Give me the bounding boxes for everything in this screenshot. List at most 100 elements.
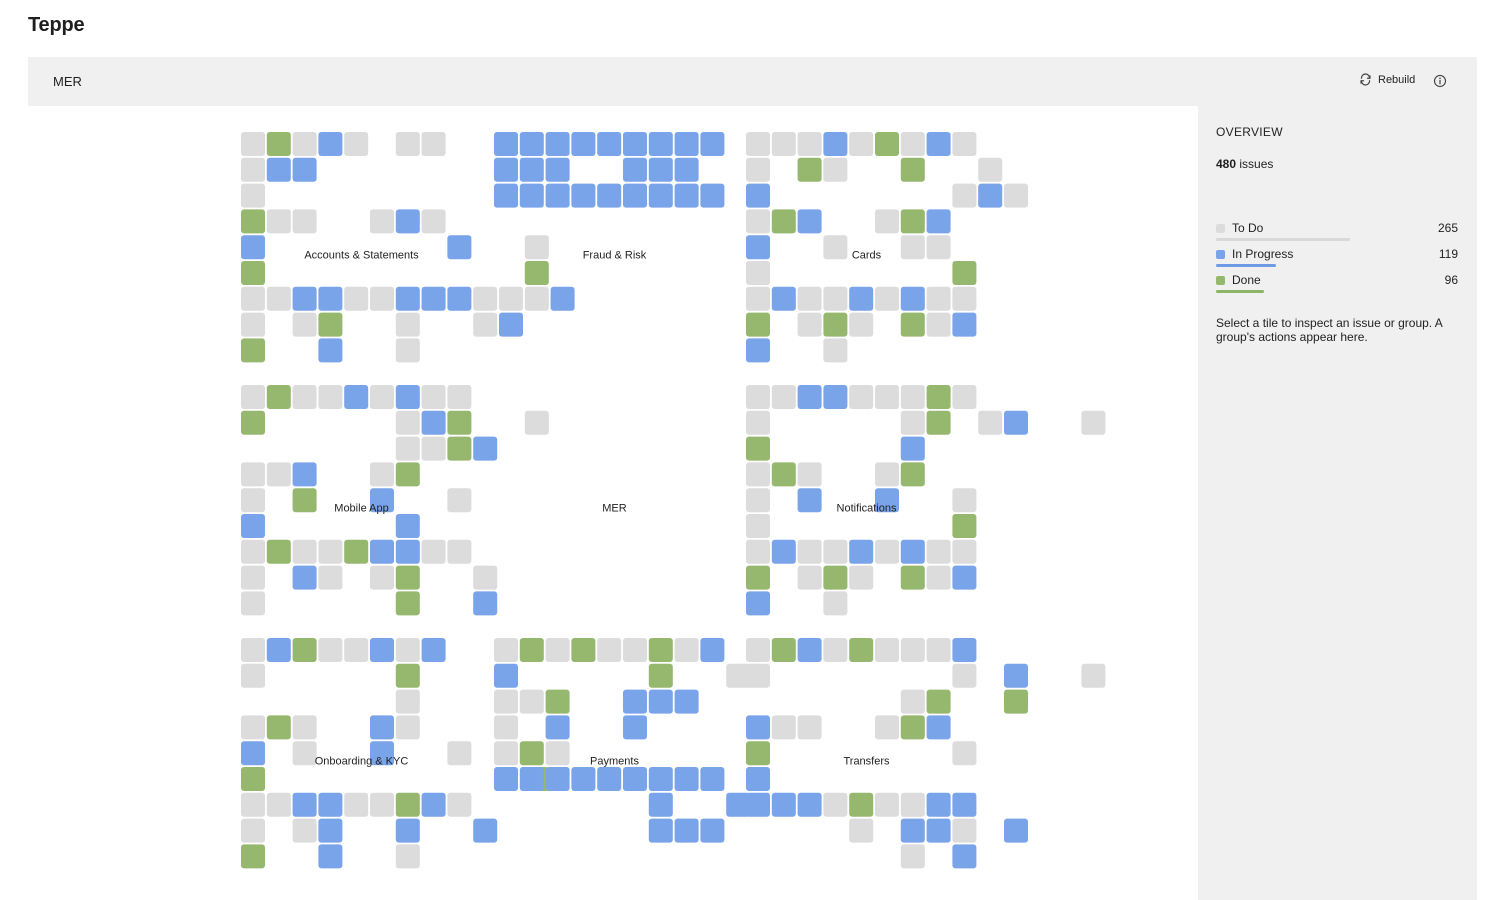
issue-tile-todo[interactable] xyxy=(395,689,420,714)
issue-tile-todo[interactable] xyxy=(524,410,549,435)
issue-tile-todo[interactable] xyxy=(266,792,291,817)
issue-tile-todo[interactable] xyxy=(344,792,369,817)
issue-tile-done[interactable] xyxy=(318,312,343,337)
issue-tile-in-progress[interactable] xyxy=(952,792,977,817)
issue-tile-done[interactable] xyxy=(395,792,420,817)
issue-tile-todo[interactable] xyxy=(797,462,822,487)
issue-tile-in-progress[interactable] xyxy=(292,565,317,590)
issue-tile-todo[interactable] xyxy=(241,638,265,662)
issue-tile-todo[interactable] xyxy=(241,385,265,409)
issue-tile-todo[interactable] xyxy=(823,235,848,260)
issue-tile-todo[interactable] xyxy=(447,385,472,409)
issue-tile-in-progress[interactable] xyxy=(421,792,446,817)
issue-tile-in-progress[interactable] xyxy=(952,312,977,337)
issue-tile-done[interactable] xyxy=(241,209,265,234)
issue-tile-done[interactable] xyxy=(395,462,420,487)
issue-tile-in-progress[interactable] xyxy=(1004,818,1028,843)
issue-tile-in-progress[interactable] xyxy=(266,638,291,662)
issue-tile-done[interactable] xyxy=(266,132,291,156)
issue-tile-in-progress[interactable] xyxy=(597,767,622,791)
issue-tile-in-progress[interactable] xyxy=(421,410,446,435)
issue-tile-todo[interactable] xyxy=(746,385,770,409)
issue-tile-todo[interactable] xyxy=(674,638,699,662)
issue-tile-in-progress[interactable] xyxy=(700,818,725,843)
issue-tile-todo[interactable] xyxy=(875,286,899,311)
issue-group[interactable]: Notifications xyxy=(746,385,1106,616)
issue-tile-in-progress[interactable] xyxy=(648,689,673,714)
issue-tile-in-progress[interactable] xyxy=(623,183,647,208)
status-row[interactable]: In Progress 119 xyxy=(1216,246,1458,268)
status-row[interactable]: Done 96 xyxy=(1216,272,1458,294)
issue-tile-done[interactable] xyxy=(771,209,796,234)
issue-tile-in-progress[interactable] xyxy=(370,539,394,564)
issue-tile-todo[interactable] xyxy=(797,312,822,337)
issue-tile-done[interactable] xyxy=(344,539,369,564)
issue-tile-todo[interactable] xyxy=(875,792,899,817)
issue-tile-in-progress[interactable] xyxy=(318,818,343,843)
issue-tile-done[interactable] xyxy=(823,312,848,337)
issue-tile-done[interactable] xyxy=(797,157,822,182)
issue-tile-done[interactable] xyxy=(571,638,596,662)
issue-tile-todo[interactable] xyxy=(266,286,291,311)
issue-tile-todo[interactable] xyxy=(241,462,265,487)
issue-tile-todo[interactable] xyxy=(241,312,265,337)
issue-tile-in-progress[interactable] xyxy=(494,183,518,208)
issue-tile-todo[interactable] xyxy=(746,638,770,662)
issue-tile-done[interactable] xyxy=(266,715,291,740)
issue-tile-in-progress[interactable] xyxy=(545,767,570,791)
issue-tile-done[interactable] xyxy=(900,209,925,234)
issue-tile-in-progress[interactable] xyxy=(700,132,725,156)
issue-tile-in-progress[interactable] xyxy=(292,792,317,817)
issue-tile-todo[interactable] xyxy=(318,565,343,590)
issue-tile-todo[interactable] xyxy=(623,638,647,662)
issue-tile-todo[interactable] xyxy=(1081,410,1106,435)
issue-tile-in-progress[interactable] xyxy=(797,792,822,817)
issue-tile-in-progress[interactable] xyxy=(648,157,673,182)
issue-tile-todo[interactable] xyxy=(370,385,394,409)
issue-tile-in-progress[interactable] xyxy=(952,638,977,662)
issue-tile-todo[interactable] xyxy=(241,539,265,564)
issue-tile-todo[interactable] xyxy=(318,385,343,409)
issue-tile-in-progress[interactable] xyxy=(494,767,518,791)
issue-tile-todo[interactable] xyxy=(395,638,420,662)
issue-tile-in-progress[interactable] xyxy=(571,767,596,791)
issue-tile-done[interactable] xyxy=(900,157,925,182)
issue-tile-in-progress[interactable] xyxy=(545,132,570,156)
issue-tile-todo[interactable] xyxy=(952,818,977,843)
issue-tile-todo[interactable] xyxy=(746,488,770,513)
issue-tile-in-progress[interactable] xyxy=(849,286,874,311)
issue-tile-done[interactable] xyxy=(648,638,673,662)
issue-tile-in-progress[interactable] xyxy=(370,715,394,740)
issue-tile-in-progress[interactable] xyxy=(926,818,951,843)
issue-tile-done[interactable] xyxy=(900,565,925,590)
issue-tile-in-progress[interactable] xyxy=(292,462,317,487)
issue-tile-in-progress[interactable] xyxy=(623,767,647,791)
issue-tile-todo[interactable] xyxy=(292,818,317,843)
issue-tile-in-progress[interactable] xyxy=(926,792,951,817)
issue-tile-todo[interactable] xyxy=(241,286,265,311)
issue-tile-done[interactable] xyxy=(395,565,420,590)
issue-tile-todo[interactable] xyxy=(926,638,951,662)
issue-tile-todo[interactable] xyxy=(292,209,317,234)
issue-tile-todo[interactable] xyxy=(292,539,317,564)
issue-tile-done[interactable] xyxy=(746,565,770,590)
issue-tile-todo[interactable] xyxy=(746,209,770,234)
issue-tile-todo[interactable] xyxy=(1081,663,1106,688)
issue-tile-in-progress[interactable] xyxy=(746,235,770,260)
issue-tile-todo[interactable] xyxy=(370,209,394,234)
issue-tile-in-progress[interactable] xyxy=(700,767,725,791)
issue-tile-todo[interactable] xyxy=(926,565,951,590)
issue-tile-todo[interactable] xyxy=(926,539,951,564)
issue-tile-done[interactable] xyxy=(519,741,544,766)
issue-tile-todo[interactable] xyxy=(849,132,874,156)
issue-tile-in-progress[interactable] xyxy=(344,385,369,409)
issue-tile-in-progress[interactable] xyxy=(395,385,420,409)
issue-tile-in-progress[interactable] xyxy=(318,338,343,363)
issue-tile-todo[interactable] xyxy=(746,157,770,182)
issue-tile-in-progress[interactable] xyxy=(473,436,498,461)
issue-tile-todo[interactable] xyxy=(900,792,925,817)
status-row[interactable]: To Do 265 xyxy=(1216,220,1458,242)
issue-tile-in-progress[interactable] xyxy=(700,638,725,662)
issue-tile-done[interactable] xyxy=(241,338,265,363)
issue-tile-in-progress[interactable] xyxy=(241,235,265,260)
